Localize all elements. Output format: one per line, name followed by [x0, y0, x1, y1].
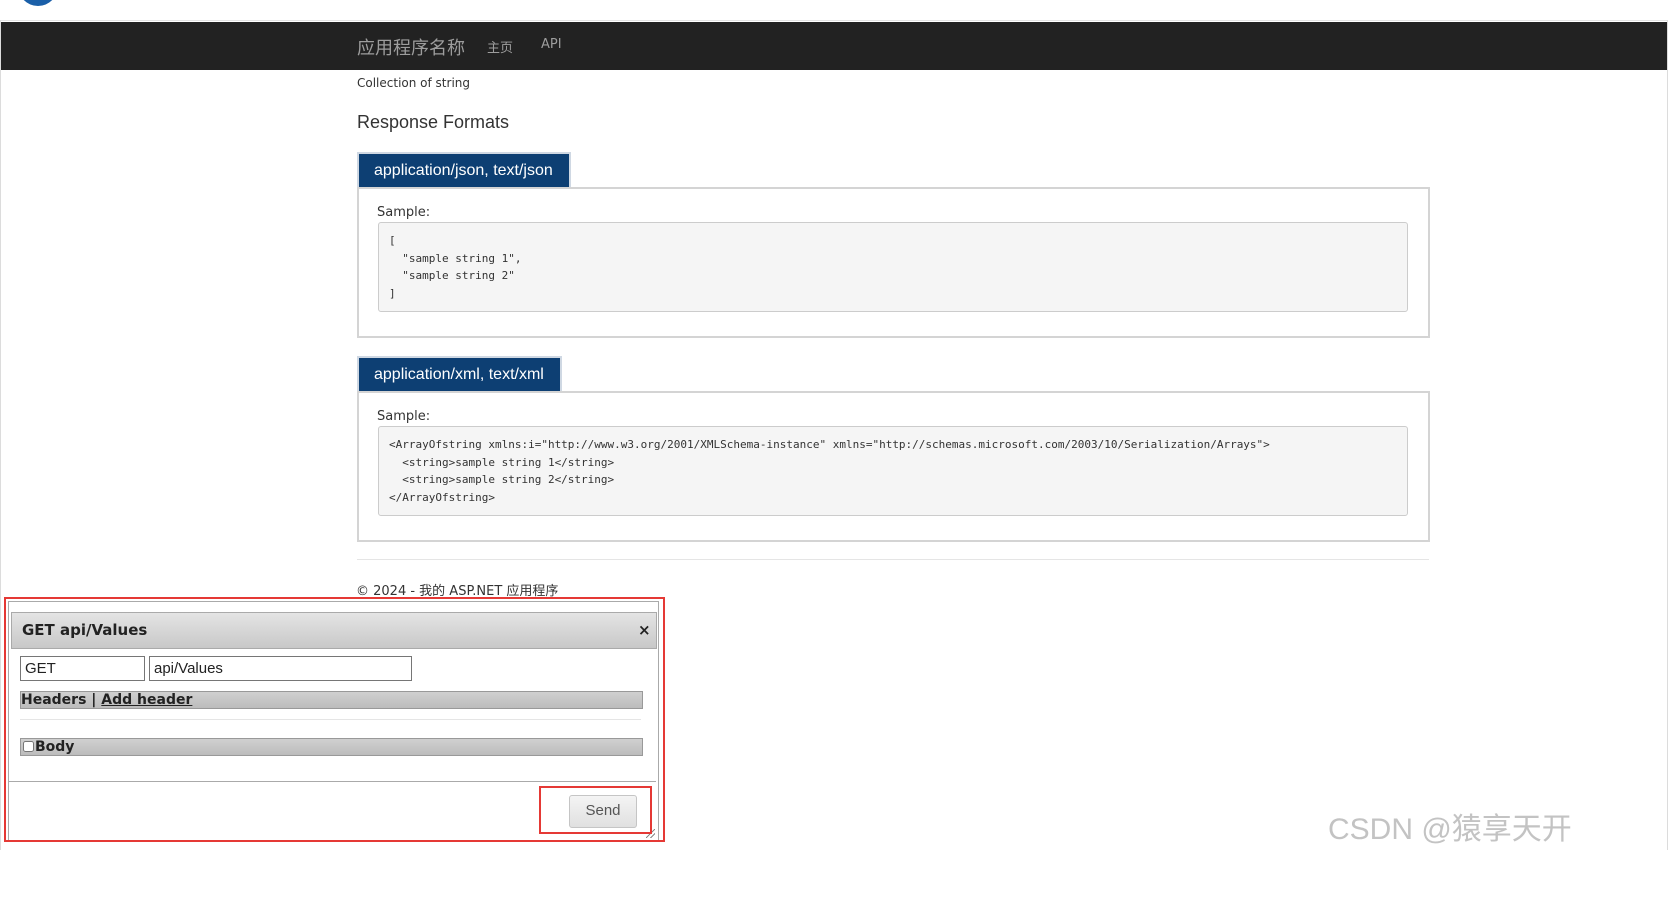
browser-logo-icon — [18, 0, 58, 6]
nav-link-api[interactable]: API — [541, 37, 562, 52]
response-formats-heading: Response Formats — [357, 112, 510, 132]
xml-sample-box: Sample: <ArrayOfstring xmlns:i="http://w… — [357, 391, 1430, 542]
navbar: 应用程序名称 主页 API — [1, 22, 1667, 70]
json-sample-code: [ "sample string 1", "sample string 2" ] — [378, 222, 1408, 312]
xml-sample-code: <ArrayOfstring xmlns:i="http://www.w3.or… — [378, 426, 1408, 516]
nav-link-home[interactable]: 主页 — [487, 37, 513, 56]
return-type-description: Collection of string — [357, 76, 470, 90]
footer-divider — [357, 559, 1429, 560]
json-format-tab: application/json, text/json — [357, 152, 571, 187]
watermark: CSDN @猿享天开 — [1328, 813, 1572, 846]
send-highlight-annotation — [539, 786, 652, 834]
browser-top-strip — [0, 0, 1668, 21]
json-sample-label: Sample: — [377, 205, 431, 220]
navbar-brand[interactable]: 应用程序名称 — [357, 34, 465, 60]
xml-format-tab: application/xml, text/xml — [357, 356, 562, 391]
json-sample-box: Sample: [ "sample string 1", "sample str… — [357, 187, 1430, 338]
xml-sample-label: Sample: — [377, 409, 431, 424]
